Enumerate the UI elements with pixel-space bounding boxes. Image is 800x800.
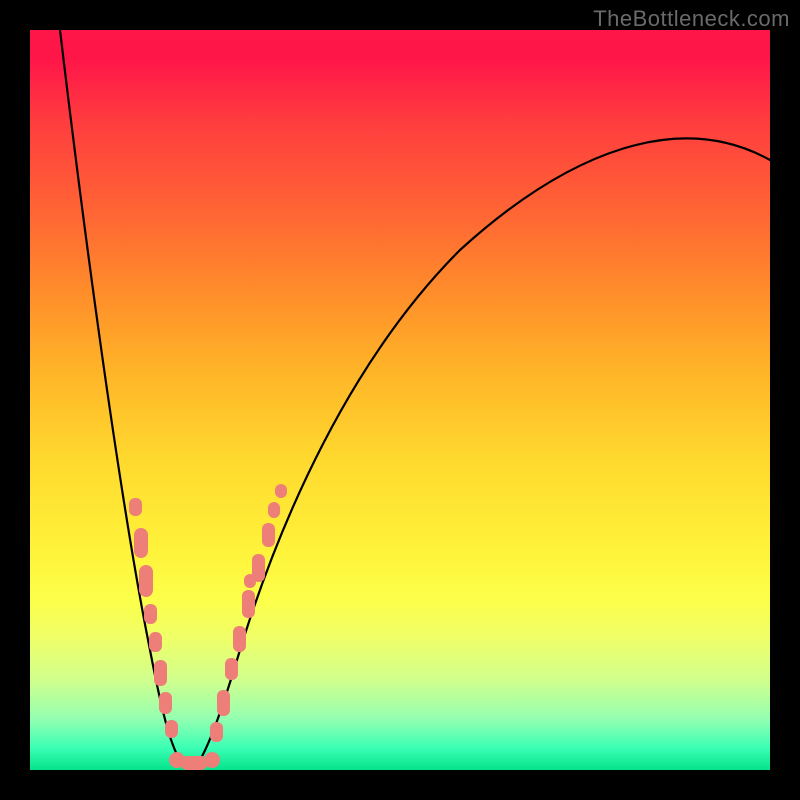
marker-dot [242,590,255,618]
marker-dot [165,720,178,738]
marker-group [129,484,287,770]
marker-dot [159,692,172,714]
marker-dot [210,722,223,742]
marker-dot [134,528,148,558]
bottleneck-curve-plot [30,30,770,770]
marker-dot [268,502,280,518]
marker-dot [244,574,256,588]
marker-dot [225,658,238,680]
marker-dot [275,484,287,498]
marker-dot [262,523,275,547]
marker-dot [204,752,220,768]
marker-dot [129,498,142,516]
marker-dot [233,626,246,652]
curve-left-branch [60,30,185,768]
marker-dot [180,756,208,770]
marker-dot [149,632,162,652]
marker-dot [154,660,167,686]
marker-dot [217,690,230,716]
marker-dot [144,604,157,624]
chart-area [30,30,770,770]
marker-dot [139,565,153,597]
curve-right-branch [195,138,770,768]
watermark-text: TheBottleneck.com [593,6,790,32]
